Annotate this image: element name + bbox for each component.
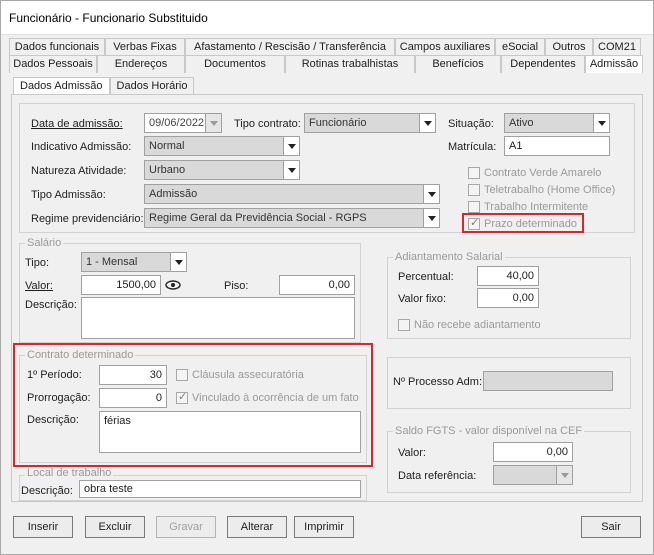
chevron-down-icon[interactable] [423, 209, 439, 227]
calendar-dropdown-icon[interactable] [205, 114, 221, 132]
tab-admissao[interactable]: Admissão [585, 55, 643, 73]
salario-descricao-field[interactable] [81, 297, 355, 339]
inserir-button[interactable]: Inserir [13, 516, 73, 538]
valor-fixo-label: Valor fixo: [398, 293, 447, 305]
tab-outros[interactable]: Outros [545, 38, 593, 56]
fgts-valor-field[interactable]: 0,00 [493, 442, 573, 462]
local-descricao-field[interactable]: obra teste [79, 480, 361, 498]
tab-dados-funcionais[interactable]: Dados funcionais [9, 38, 105, 56]
trabalho-intermitente-checkbox[interactable] [468, 201, 480, 213]
fgts-valor-label: Valor: [398, 447, 426, 459]
situacao-select[interactable]: Ativo [504, 113, 610, 133]
tipo-admissao-select[interactable]: Admissão [144, 184, 440, 204]
adiantamento-legend: Adiantamento Salarial [393, 251, 505, 263]
natureza-select[interactable]: Urbano [144, 160, 300, 180]
subtab-row: Dados Admissão Dados Horário [13, 77, 195, 95]
piso-field[interactable]: 0,00 [279, 275, 355, 295]
tab-com21[interactable]: COM21 [593, 38, 641, 56]
nao-recebe-adiantamento-checkbox[interactable] [398, 319, 410, 331]
chevron-down-icon[interactable] [283, 161, 299, 179]
chevron-down-icon[interactable] [283, 137, 299, 155]
tab-beneficios[interactable]: Benefícios [415, 55, 501, 73]
salario-valor-label: Valor: [25, 280, 53, 292]
subtab-dados-admissao[interactable]: Dados Admissão [13, 77, 110, 95]
piso-label: Piso: [224, 280, 249, 292]
tipo-contrato-label: Tipo contrato: [234, 118, 301, 130]
valor-fixo-field[interactable]: 0,00 [477, 288, 539, 308]
processo-field[interactable] [483, 371, 613, 391]
employee-window: Funcionário - Funcionario Substituido Da… [0, 0, 654, 555]
fgts-data-label: Data referência: [398, 470, 477, 482]
tipo-contrato-select[interactable]: Funcionário [304, 113, 436, 133]
processo-label: Nº Processo Adm: [393, 376, 482, 388]
fgts-legend: Saldo FGTS - valor disponível na CEF [393, 425, 585, 437]
regime-label: Regime previdenciário: [31, 213, 144, 225]
sair-button[interactable]: Sair [581, 516, 641, 538]
tab-documentos[interactable]: Documentos [185, 55, 285, 73]
matricula-label: Matrícula: [448, 141, 497, 153]
matricula-field[interactable]: A1 [504, 136, 610, 156]
data-admissao-field[interactable]: 09/06/2022 [144, 113, 222, 133]
tab-enderecos[interactable]: Endereços [97, 55, 185, 73]
salario-legend: Salário [25, 237, 64, 249]
tab-verbas-fixas[interactable]: Verbas Fixas [105, 38, 185, 56]
chevron-down-icon[interactable] [593, 114, 609, 132]
tab-esocial[interactable]: eSocial [495, 38, 545, 56]
gravar-button[interactable]: Gravar [156, 516, 216, 538]
regime-select[interactable]: Regime Geral da Previdência Social - RGP… [144, 208, 440, 228]
tab-dependentes[interactable]: Dependentes [501, 55, 585, 73]
window-title: Funcionário - Funcionario Substituido [9, 11, 208, 25]
salario-descricao-label: Descrição: [25, 299, 77, 311]
alterar-button[interactable]: Alterar [227, 516, 287, 538]
teletrabalho-checkbox[interactable] [468, 184, 480, 196]
tab-row-1: Dados funcionais Verbas Fixas Afastament… [9, 38, 641, 56]
excluir-button[interactable]: Excluir [85, 516, 145, 538]
situacao-label: Situação: [448, 118, 494, 130]
salario-tipo-select[interactable]: 1 - Mensal [81, 252, 187, 272]
tab-rotinas-trabalhistas[interactable]: Rotinas trabalhistas [285, 55, 415, 73]
salario-valor-field[interactable]: 1500,00 [81, 275, 161, 295]
indicativo-label: Indicativo Admissão: [31, 141, 132, 153]
eye-icon[interactable] [162, 275, 184, 295]
contrato-verde-amarelo-checkbox[interactable] [468, 167, 480, 179]
tab-afastamento[interactable]: Afastamento / Rescisão / Transferência [185, 38, 395, 56]
data-admissao-label: Data de admissão: [31, 118, 123, 130]
percentual-field[interactable]: 40,00 [477, 266, 539, 286]
tipo-admissao-label: Tipo Admissão: [31, 189, 106, 201]
natureza-label: Natureza Atividade: [31, 165, 127, 177]
contrato-verde-amarelo-label: Contrato Verde Amarelo [484, 167, 602, 179]
nao-recebe-adiantamento-label: Não recebe adiantamento [414, 319, 541, 331]
tab-campos-auxiliares[interactable]: Campos auxiliares [395, 38, 495, 56]
chevron-down-icon[interactable] [556, 466, 572, 484]
chevron-down-icon[interactable] [423, 185, 439, 203]
prazo-highlight-box [462, 213, 584, 233]
contrato-highlight-box [13, 343, 373, 467]
fgts-data-field[interactable] [493, 465, 573, 485]
tab-row-2: Dados Pessoais Endereços Documentos Roti… [9, 55, 643, 73]
imprimir-button[interactable]: Imprimir [294, 516, 354, 538]
title-bar: Funcionário - Funcionario Substituido [1, 1, 653, 35]
chevron-down-icon[interactable] [170, 253, 186, 271]
teletrabalho-label: Teletrabalho (Home Office) [484, 184, 616, 196]
local-legend: Local de trabalho [25, 467, 114, 479]
percentual-label: Percentual: [398, 271, 454, 283]
trabalho-intermitente-label: Trabalho Intermitente [484, 201, 589, 213]
salario-tipo-label: Tipo: [25, 257, 50, 269]
tab-dados-pessoais[interactable]: Dados Pessoais [9, 55, 97, 73]
indicativo-select[interactable]: Normal [144, 136, 300, 156]
subtab-dados-horario[interactable]: Dados Horário [109, 77, 195, 95]
local-descricao-label: Descrição: [21, 485, 73, 497]
chevron-down-icon[interactable] [419, 114, 435, 132]
